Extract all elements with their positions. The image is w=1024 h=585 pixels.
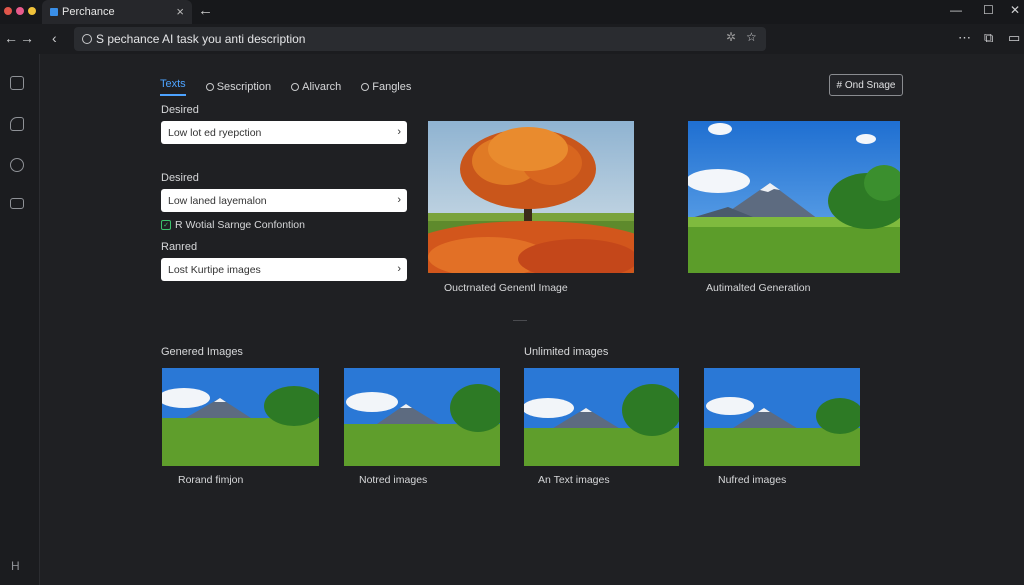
thumbnail-caption: Rorand fimjon [178,474,244,486]
profile-icon[interactable]: ▭ [1008,30,1020,46]
field-label-desired-1: Desired [161,104,199,116]
chevron-right-icon[interactable]: › [397,263,401,275]
document-icon[interactable] [10,76,24,90]
tab-label: Texts [160,78,186,90]
browser-tab[interactable]: Perchance × [42,0,192,24]
section-divider [513,320,527,321]
hero-tree-image[interactable] [428,121,634,273]
tab-bar: Texts Sescription Alivarch Fangles [160,78,411,96]
checkbox-icon[interactable]: ✓ [161,220,171,230]
tab-title: Perchance [62,6,115,18]
back-arrow-icon[interactable]: ← [198,2,213,19]
unlimited-images-heading: Unlimited images [524,346,609,358]
minimize-dot[interactable] [16,7,24,15]
thumbnail-caption: An Text images [538,474,610,486]
star-icon[interactable]: ☆ [746,30,757,44]
window-close-button[interactable]: ✕ [1010,3,1020,17]
tab-alivarch[interactable]: Alivarch [291,78,341,96]
hero-right-caption: Autimalted Generation [706,282,811,294]
chevron-right-icon[interactable]: › [397,126,401,138]
maximize-dot[interactable] [28,7,36,15]
field-label-desired-2: Desired [161,172,199,184]
edit-icon[interactable] [10,117,24,131]
hero-mountain-image[interactable] [688,121,900,273]
close-dot[interactable] [4,7,12,15]
address-bar[interactable]: S pechance AI task you anti description … [74,27,766,51]
info-icon [291,83,300,91]
field-value: Low lot ed ryepction [168,126,262,139]
field-label-ranred: Ranred [161,241,198,253]
thumbnail-caption: Notred images [359,474,428,486]
window-maximize-button[interactable]: ☐ [983,3,994,17]
desired-input-1[interactable]: Low lot ed ryepction › [161,121,407,144]
window-dots [4,7,36,15]
window-icon[interactable] [10,198,24,209]
sparkle-icon[interactable]: ✲ [726,30,736,44]
tab-texts[interactable]: Texts [160,78,186,96]
generated-images-heading: Genered Images [161,346,243,358]
stage-button[interactable]: # Ond Snage [829,74,903,96]
title-bar: Perchance × ← — ☐ ✕ [0,0,1024,24]
search-icon [82,34,92,44]
hero-left-caption: Ouctrnated Genentl Image [444,282,568,294]
tag-icon [205,83,214,91]
ranred-input[interactable]: Lost Kurtipe images › [161,258,407,281]
tab-sescription[interactable]: Sescription [205,78,272,96]
window-minimize-button[interactable]: — [950,3,962,17]
confontion-checkbox[interactable]: ✓ R Wotial Sarnge Confontion [161,219,305,231]
favicon-icon [50,8,58,16]
address-text: S pechance AI task you anti description [96,32,306,46]
tab-close-icon[interactable]: × [176,4,184,19]
field-value: Lost Kurtipe images [168,263,261,276]
thumbnail-image[interactable] [704,368,860,466]
tab-label: Sescription [216,81,272,93]
browser-toolbar: ← → ‹ S pechance AI task you anti descri… [0,24,1024,54]
main-content: Texts Sescription Alivarch Fangles # Ond… [40,54,1024,585]
tab-fangles[interactable]: Fangles [361,78,411,96]
thumbnail-image[interactable] [162,368,319,466]
thumbnail-caption: Nufred images [718,474,787,486]
tab-label: Alivarch [302,81,342,93]
extension-icon[interactable]: ⧉ [984,30,993,46]
thumbnail-image[interactable] [344,368,500,466]
chevron-right-icon[interactable]: › [397,194,401,206]
chevron-left-icon[interactable]: ‹ [52,30,57,46]
tab-label: Fangles [372,81,412,93]
back-icon[interactable]: ← [4,30,18,46]
thumbnail-image[interactable] [524,368,679,466]
checkbox-label: R Wotial Sarnge Confontion [175,219,305,231]
forward-icon[interactable]: → [20,30,34,46]
sidebar-footer-label[interactable]: H [11,559,20,573]
desired-input-2[interactable]: Low laned layemalon › [161,189,407,212]
globe-icon[interactable] [10,158,24,172]
gear-icon [361,83,370,91]
field-value: Low laned layemalon [168,194,267,207]
sidebar: H [0,54,40,585]
more-icon[interactable]: ⋯ [958,30,971,46]
